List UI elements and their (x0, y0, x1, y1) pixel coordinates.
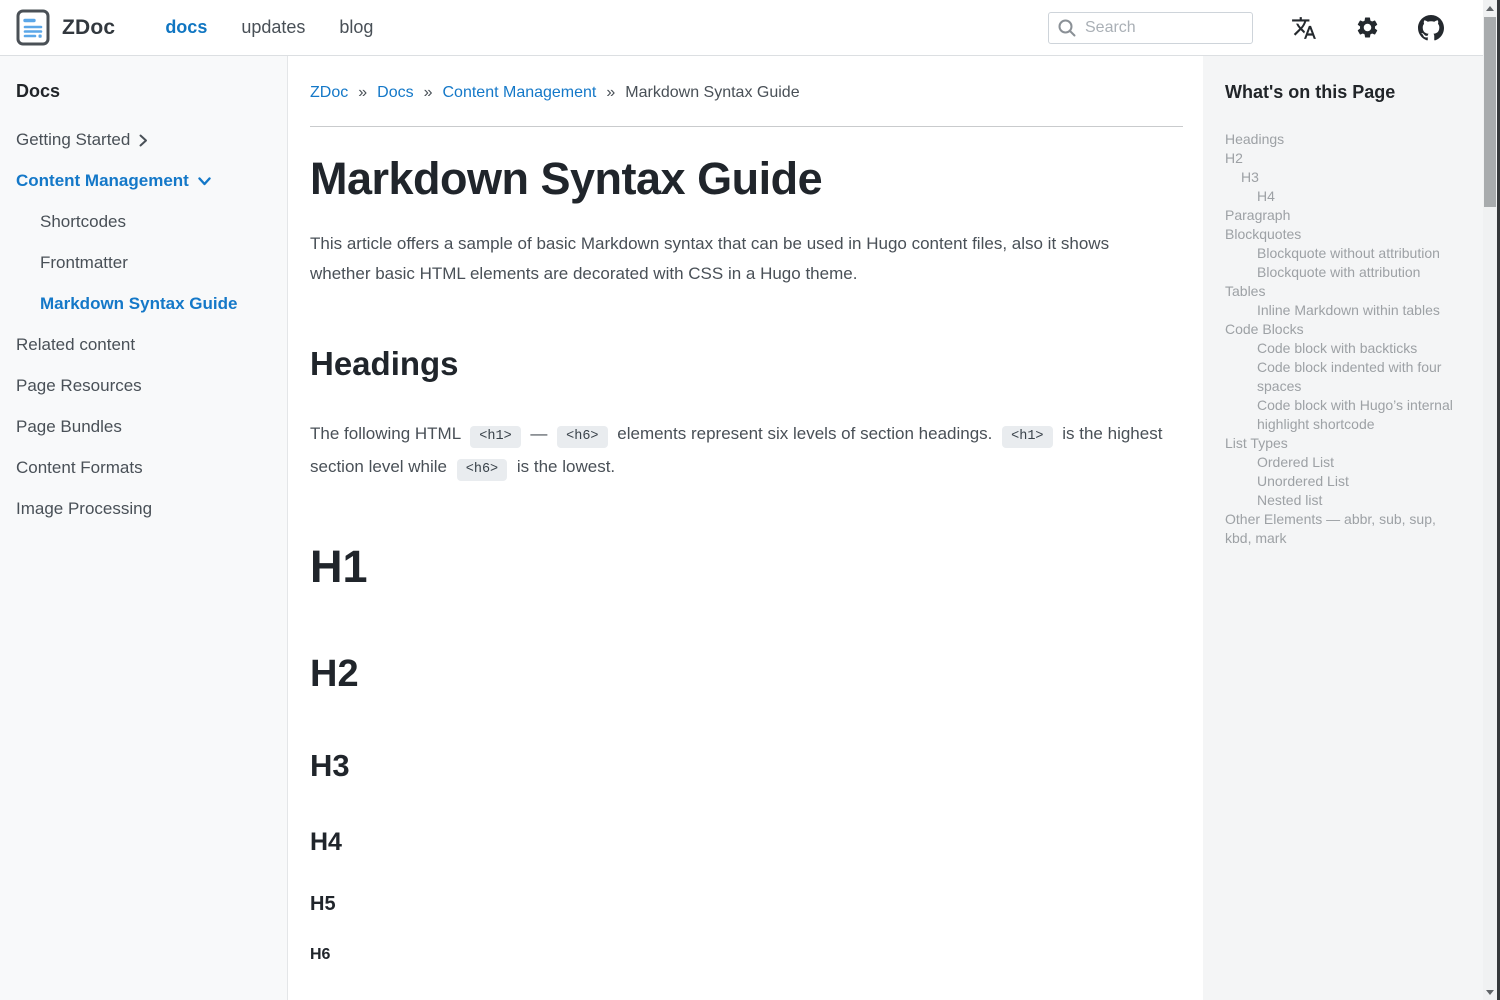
sidebar-item-label: Shortcodes (40, 212, 126, 232)
sidebar-item-label: Related content (16, 335, 135, 355)
toc-item-inline-markdown-within-tables[interactable]: Inline Markdown within tables (1225, 301, 1465, 320)
breadcrumb: ZDoc » Docs » Content Management » Markdown Sy… (310, 84, 1183, 102)
sidebar-item-frontmatter[interactable]: Frontmatter (16, 253, 275, 273)
toc-item-other-elements-abbr-sub-sup-kbd-mark[interactable]: Other Elements — abbr, sub, sup, kbd, ma… (1225, 510, 1465, 548)
chevron-down-icon (198, 177, 211, 186)
primary-nav: docs updates blog (165, 17, 373, 38)
sidebar-item-label: Frontmatter (40, 253, 128, 273)
top-navbar: ZDoc docs updates blog (0, 0, 1500, 56)
breadcrumb-separator: » (424, 84, 433, 102)
breadcrumb-item-markdown-syntax-guide: Markdown Syntax Guide (625, 84, 799, 102)
toc-item-blockquotes[interactable]: Blockquotes (1225, 225, 1465, 244)
translate-icon[interactable] (1291, 15, 1317, 41)
sample-heading-h1: H1 (310, 541, 1183, 593)
github-icon[interactable] (1418, 15, 1444, 41)
intro-paragraph: This article offers a sample of basic Ma… (310, 229, 1170, 289)
sidebar-item-content-management[interactable]: Content Management (16, 171, 275, 191)
toc-item-paragraph[interactable]: Paragraph (1225, 206, 1465, 225)
sample-heading-h3: H3 (310, 748, 1183, 784)
sample-heading-h4: H4 (310, 828, 1183, 857)
sidebar-item-label: Content Formats (16, 458, 143, 478)
search-icon (1057, 18, 1077, 38)
sidebar-title: Docs (16, 81, 275, 102)
toc-title: What's on this Page (1225, 82, 1480, 103)
article-content: ZDoc » Docs » Content Management » Markdown Sy… (288, 56, 1203, 1000)
sidebar-item-label: Page Resources (16, 376, 142, 396)
nav-link-docs[interactable]: docs (165, 17, 207, 38)
breadcrumb-separator: » (358, 84, 367, 102)
docs-sidebar: Docs Getting Started Content Management Sh… (0, 56, 288, 1000)
toc-item-tables[interactable]: Tables (1225, 282, 1465, 301)
sidebar-item-label: Markdown Syntax Guide (40, 294, 237, 314)
breadcrumb-separator: » (606, 84, 615, 102)
sidebar-item-label: Content Management (16, 171, 189, 191)
settings-gear-icon[interactable] (1355, 15, 1380, 40)
toc-item-code-block-indented-with-four-spaces[interactable]: Code block indented with four spaces (1225, 358, 1465, 396)
toc-item-headings[interactable]: Headings (1225, 130, 1465, 149)
breadcrumb-item-content-management[interactable]: Content Management (443, 84, 597, 102)
toc-item-ordered-list[interactable]: Ordered List (1225, 453, 1465, 472)
nav-link-blog[interactable]: blog (339, 17, 373, 38)
sidebar-item-markdown-syntax-guide[interactable]: Markdown Syntax Guide (16, 294, 275, 314)
brand-name: ZDoc (62, 16, 115, 40)
section-heading-headings: Headings (310, 345, 1183, 383)
toc-item-nested-list[interactable]: Nested list (1225, 491, 1465, 510)
toc-item-code-block-with-hugo-s-internal-highligh[interactable]: Code block with Hugo’s internal highligh… (1225, 396, 1465, 434)
inline-code-chip: <h1> (470, 426, 520, 448)
zdoc-logo-icon (16, 9, 50, 46)
sample-heading-h2: H2 (310, 653, 1183, 696)
inline-code-chip: <h1> (1002, 426, 1052, 448)
toc-item-blockquote-without-attribution[interactable]: Blockquote without attribution (1225, 244, 1465, 263)
page-title: Markdown Syntax Guide (310, 153, 1183, 205)
sample-heading-h6: H6 (310, 946, 1183, 964)
sidebar-item-page-bundles[interactable]: Page Bundles (16, 417, 275, 437)
brand[interactable]: ZDoc (16, 9, 115, 46)
sidebar-item-image-processing[interactable]: Image Processing (16, 499, 275, 519)
toc-item-blockquote-with-attribution[interactable]: Blockquote with attribution (1225, 263, 1465, 282)
nav-link-updates[interactable]: updates (241, 17, 305, 38)
sidebar-item-label: Getting Started (16, 130, 130, 150)
search-box[interactable] (1048, 12, 1253, 44)
sidebar-item-content-formats[interactable]: Content Formats (16, 458, 275, 478)
sidebar-item-related-content[interactable]: Related content (16, 335, 275, 355)
sidebar-item-label: Page Bundles (16, 417, 122, 437)
scrollbar-down-arrow-icon[interactable] (1483, 984, 1497, 1000)
scrollbar-thumb[interactable] (1484, 17, 1496, 207)
sidebar-item-page-resources[interactable]: Page Resources (16, 376, 275, 396)
toc-item-code-blocks[interactable]: Code Blocks (1225, 320, 1465, 339)
search-input[interactable] (1085, 19, 1235, 37)
toc-item-unordered-list[interactable]: Unordered List (1225, 472, 1465, 491)
sidebar-item-shortcodes[interactable]: Shortcodes (16, 212, 275, 232)
inline-code-chip: <h6> (557, 426, 607, 448)
toc-item-h4[interactable]: H4 (1225, 187, 1465, 206)
inline-code-chip: <h6> (457, 459, 507, 481)
breadcrumb-item-docs[interactable]: Docs (377, 84, 413, 102)
breadcrumb-item-zdoc[interactable]: ZDoc (310, 84, 348, 102)
sample-heading-h5: H5 (310, 893, 1183, 916)
sidebar-item-label: Image Processing (16, 499, 152, 519)
sidebar-item-getting-started[interactable]: Getting Started (16, 130, 275, 150)
toc-panel: What's on this Page HeadingsH2H3H4Paragr… (1203, 56, 1500, 1000)
scrollbar-up-arrow-icon[interactable] (1483, 0, 1497, 16)
headings-paragraph: The following HTML <h1> — <h6> elements … (310, 419, 1170, 485)
toc-item-h2[interactable]: H2 (1225, 149, 1465, 168)
breadcrumb-divider (310, 126, 1183, 127)
chevron-right-icon (139, 134, 148, 147)
toc-item-code-block-with-backticks[interactable]: Code block with backticks (1225, 339, 1465, 358)
toc-item-h3[interactable]: H3 (1225, 168, 1465, 187)
toc-item-list-types[interactable]: List Types (1225, 434, 1465, 453)
vertical-scrollbar[interactable] (1483, 0, 1497, 1000)
